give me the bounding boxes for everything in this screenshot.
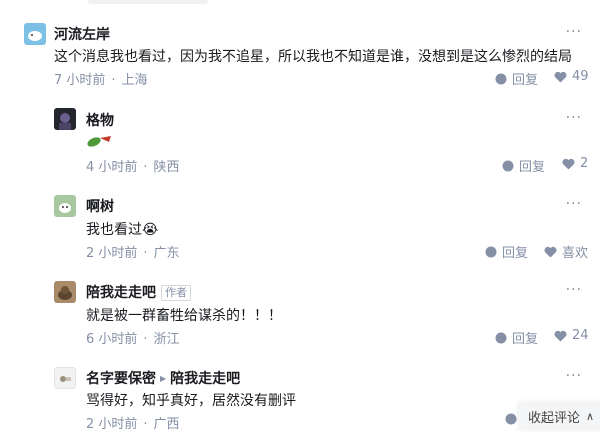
reply-label: 回复 xyxy=(512,73,539,88)
comment-meta: 6 小时前 · 浙江 xyxy=(86,328,180,347)
more-options-button[interactable]: ··· xyxy=(566,196,582,212)
reply-label: 回复 xyxy=(519,160,546,175)
collapse-comments-button[interactable]: 收起评论 ∧ xyxy=(518,402,600,430)
collapse-label: 收起评论 xyxy=(528,410,581,426)
more-options-button[interactable]: ··· xyxy=(566,282,582,298)
comment-content: 就是被一群畜牲给谋杀的！！！ xyxy=(86,308,282,324)
heart-icon xyxy=(554,71,567,82)
like-button[interactable]: 2 xyxy=(562,156,588,171)
reply-button[interactable]: 回复 xyxy=(495,328,538,347)
avatar[interactable] xyxy=(54,195,76,217)
comment-content: 我也看过😭 xyxy=(86,219,158,239)
reply-to-arrow-icon: ▶ xyxy=(160,374,167,383)
comment-location: 上海 xyxy=(121,73,148,88)
like-count: 2 xyxy=(580,156,589,171)
heart-icon xyxy=(554,330,567,341)
comment-location: 广西 xyxy=(153,417,180,432)
comment-location: 陕西 xyxy=(153,160,180,175)
commenter-name[interactable]: 河流左岸 xyxy=(54,24,110,44)
comment-bubble-icon xyxy=(505,413,517,425)
commenter-name[interactable]: 陪我走走吧 作者 xyxy=(86,282,191,302)
comment-meta: 2 小时前 · 广东 xyxy=(86,242,180,261)
top-scroll-indicator xyxy=(88,0,208,4)
commenter-name[interactable]: 名字要保密 ▶ 陪我走走吧 xyxy=(86,368,240,388)
comment-bubble-icon xyxy=(502,160,514,171)
comment-time: 2 小时前 xyxy=(86,417,138,432)
comment-meta: 4 小时前 · 陕西 xyxy=(86,156,180,175)
author-badge: 作者 xyxy=(161,285,191,301)
crying-emoji: 😭 xyxy=(142,222,159,238)
more-options-button[interactable]: ··· xyxy=(566,24,582,40)
comment-text: 我也看过 xyxy=(86,222,142,238)
reply-label: 回复 xyxy=(512,332,539,347)
commenter-name-text: 名字要保密 xyxy=(86,371,156,387)
commenter-name[interactable]: 啊树 xyxy=(86,196,114,216)
separator-dot: · xyxy=(143,246,148,261)
separator-dot: · xyxy=(143,332,148,347)
comment-content: 骂得好，知乎真好，居然没有删评 xyxy=(86,393,296,409)
like-button[interactable]: 喜欢 xyxy=(544,242,588,261)
comment-time: 6 小时前 xyxy=(86,332,138,347)
chevron-up-icon: ∧ xyxy=(586,409,595,423)
heart-icon xyxy=(562,158,575,169)
comment-content: 这个消息我也看过，因为我不追星，所以我也不知道是谁，没想到是这么惨烈的结局 xyxy=(54,49,572,65)
comment-meta: 7 小时前 · 上海 xyxy=(54,69,148,88)
like-count: 49 xyxy=(572,69,589,84)
avatar[interactable] xyxy=(24,23,46,45)
separator-dot: · xyxy=(111,73,116,88)
like-button[interactable]: 24 xyxy=(554,328,589,343)
comment-bubble-icon xyxy=(495,332,507,343)
more-options-button[interactable]: ··· xyxy=(566,368,582,384)
comment-content xyxy=(86,133,112,153)
comment-time: 4 小时前 xyxy=(86,160,138,175)
avatar[interactable] xyxy=(54,108,76,130)
comment-time: 2 小时前 xyxy=(86,246,138,261)
green-leaf-flag-sticker xyxy=(87,136,111,147)
comment-meta: 2 小时前 · 广西 xyxy=(86,413,180,432)
like-count: 24 xyxy=(572,328,589,343)
comment-location: 广东 xyxy=(153,246,180,261)
commenter-name[interactable]: 格物 xyxy=(86,110,114,130)
comment-location: 浙江 xyxy=(153,332,180,347)
comment-bubble-icon xyxy=(495,73,507,84)
reply-button[interactable]: 回复 xyxy=(485,242,528,261)
like-label: 喜欢 xyxy=(562,246,589,261)
comment-bubble-icon xyxy=(485,246,497,257)
like-button[interactable]: 49 xyxy=(554,69,589,84)
avatar[interactable] xyxy=(54,281,76,303)
comment-time: 7 小时前 xyxy=(54,73,106,88)
heart-icon xyxy=(544,246,557,257)
reply-label: 回复 xyxy=(502,246,529,261)
separator-dot: · xyxy=(143,160,148,175)
reply-to-name[interactable]: 陪我走走吧 xyxy=(170,371,240,387)
avatar[interactable] xyxy=(54,367,76,389)
reply-button[interactable]: 回复 xyxy=(495,69,538,88)
commenter-name-text: 陪我走走吧 xyxy=(86,285,156,301)
reply-button[interactable]: 回复 xyxy=(502,156,545,175)
more-options-button[interactable]: ··· xyxy=(566,110,582,126)
separator-dot: · xyxy=(143,417,148,432)
